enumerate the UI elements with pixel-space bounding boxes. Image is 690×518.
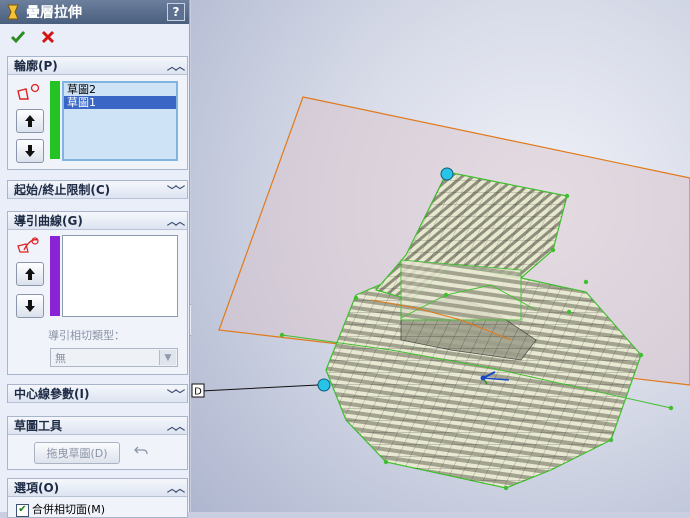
- collapse-chevron-icon[interactable]: ︿︿: [167, 480, 185, 495]
- help-button[interactable]: ?: [167, 3, 185, 21]
- collapse-chevron-icon[interactable]: ︿︿: [167, 418, 185, 433]
- centerline-header-label: 中心線參數(I): [14, 387, 90, 401]
- profiles-list[interactable]: 草圖2 草圖1: [62, 81, 178, 161]
- list-item[interactable]: 草圖2: [64, 83, 176, 96]
- options-header[interactable]: 選項(O) ︿︿: [8, 479, 187, 497]
- chevron-down-icon: ▼: [159, 350, 176, 365]
- guide-handle-top[interactable]: [440, 167, 454, 181]
- tangency-type-select[interactable]: 無 ▼: [50, 348, 178, 367]
- expand-chevron-icon[interactable]: ﹀﹀: [167, 182, 185, 197]
- arrow-down-icon: [25, 300, 35, 312]
- profiles-group: 輪廓(P) ︿︿ 草圖2 草圖1: [7, 56, 188, 170]
- merge-tangent-label: 合併相切面(M): [32, 503, 106, 516]
- centerline-header[interactable]: 中心線參數(I) ﹀﹀: [8, 385, 187, 403]
- tangency-type-label: 導引相切類型：: [48, 329, 125, 342]
- list-item[interactable]: 草圖1: [64, 96, 176, 109]
- merge-tangent-option[interactable]: ✔ 合併相切面(M): [16, 501, 105, 517]
- sketch-tools-group: 草圖工具 ︿︿ 拖曳草圖(D): [7, 416, 188, 470]
- sketch-tools-header-label: 草圖工具: [14, 419, 63, 433]
- profile-sketch-icon: [17, 83, 40, 100]
- property-manager-panel: 疊層拉伸 ? 輪廓(P) ︿︿ 草圖2 草圖1 起始/終止限制(C) ﹀﹀ 導引…: [0, 0, 190, 518]
- move-up-button[interactable]: [16, 262, 44, 286]
- confirm-row: [0, 24, 189, 50]
- close-icon: [41, 30, 55, 44]
- merge-tangent-checkbox[interactable]: ✔: [16, 503, 29, 517]
- guide-curves-header-label: 導引曲線(G): [14, 214, 83, 228]
- centerline-group: 中心線參數(I) ﹀﹀: [7, 384, 188, 403]
- tangency-type-value: 無: [55, 351, 66, 365]
- guide-curves-group: 導引曲線(G) ︿︿ 導引相切類型： 無 ▼: [7, 211, 188, 375]
- options-header-label: 選項(O): [14, 481, 60, 495]
- profiles-header[interactable]: 輪廓(P) ︿︿: [8, 57, 187, 75]
- profiles-color-bar: [50, 81, 60, 159]
- arrow-up-icon: [25, 268, 35, 280]
- move-up-button[interactable]: [16, 109, 44, 133]
- undo-icon[interactable]: [134, 445, 148, 457]
- cancel-button[interactable]: [38, 27, 58, 47]
- loft-preview-drawing: D: [191, 96, 690, 491]
- graphics-viewport[interactable]: D: [191, 0, 690, 512]
- collapse-chevron-icon[interactable]: ︿︿: [167, 58, 185, 73]
- start-end-group: 起始/終止限制(C) ﹀﹀: [7, 180, 188, 199]
- collapse-chevron-icon[interactable]: ︿︿: [167, 213, 185, 228]
- drag-sketch-button[interactable]: 拖曳草圖(D): [34, 442, 120, 464]
- arrow-up-icon: [25, 115, 35, 127]
- guide-curves-list[interactable]: [62, 235, 178, 317]
- options-group: 選項(O) ︿︿ ✔ 合併相切面(M): [7, 478, 188, 518]
- start-end-header[interactable]: 起始/終止限制(C) ﹀﹀: [8, 181, 187, 199]
- expand-chevron-icon[interactable]: ﹀﹀: [167, 386, 185, 401]
- start-end-header-label: 起始/終止限制(C): [14, 183, 111, 197]
- panel-title: 疊層拉伸: [26, 5, 82, 21]
- check-icon: [10, 31, 26, 44]
- callout-label: D: [194, 387, 202, 398]
- move-down-button[interactable]: [16, 139, 44, 163]
- guide-handle-left[interactable]: [317, 378, 331, 392]
- ok-button[interactable]: [8, 27, 28, 47]
- guide-curves-header[interactable]: 導引曲線(G) ︿︿: [8, 212, 187, 230]
- arrow-down-icon: [25, 145, 35, 157]
- move-down-button[interactable]: [16, 294, 44, 318]
- guide-curve-icon: [17, 237, 39, 253]
- panel-titlebar: 疊層拉伸 ?: [0, 0, 189, 24]
- loft-feature-icon: [7, 4, 19, 20]
- guides-color-bar: [50, 236, 60, 316]
- sketch-tools-header[interactable]: 草圖工具 ︿︿: [8, 417, 187, 435]
- profiles-header-label: 輪廓(P): [14, 59, 58, 73]
